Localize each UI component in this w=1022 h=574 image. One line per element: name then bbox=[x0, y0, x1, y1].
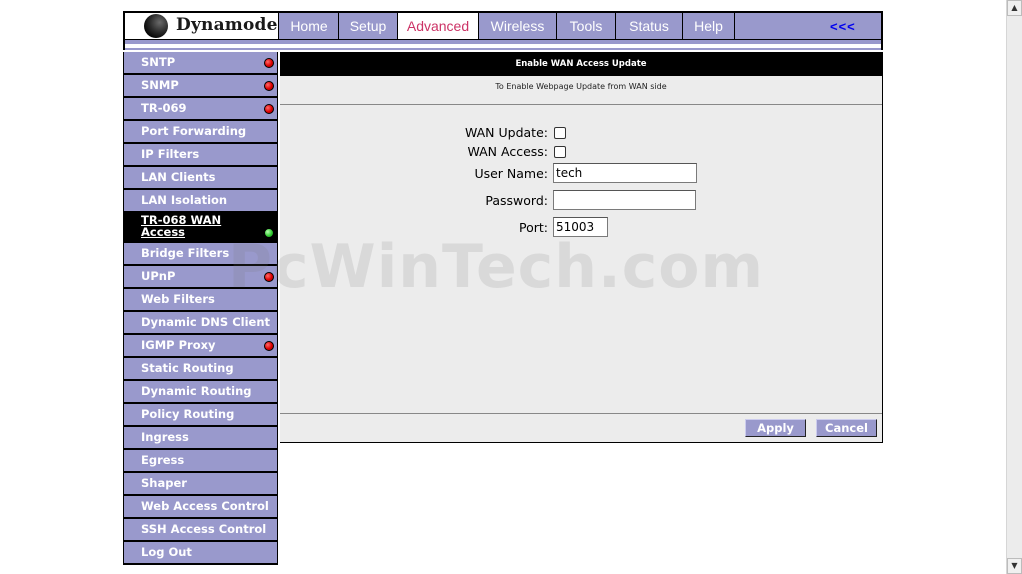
brand-name: Dynamode bbox=[176, 15, 278, 35]
header-divider bbox=[125, 44, 881, 48]
cancel-button[interactable]: Cancel bbox=[816, 419, 877, 437]
collapse-menu-link[interactable]: <<< bbox=[830, 13, 856, 39]
status-green-dot-icon bbox=[264, 228, 274, 238]
sidebar-item-label: Bridge Filters bbox=[141, 246, 230, 260]
sidebar-item-log-out[interactable]: Log Out bbox=[123, 542, 278, 565]
sidebar-item-dynamic-dns-client[interactable]: Dynamic DNS Client bbox=[123, 312, 278, 335]
main-content-panel: Enable WAN Access Update To Enable Webpa… bbox=[280, 52, 883, 443]
sidebar-item-label: Web Access Control bbox=[141, 499, 269, 513]
scroll-down-arrow-icon[interactable]: ▼ bbox=[1007, 558, 1022, 574]
password-row: Password: bbox=[280, 190, 882, 212]
wan-access-checkbox[interactable] bbox=[554, 146, 566, 158]
sidebar-item-ingress[interactable]: Ingress bbox=[123, 427, 278, 450]
sidebar-item-label: LAN Isolation bbox=[141, 193, 228, 207]
nav-tab-setup[interactable]: Setup bbox=[339, 13, 398, 39]
sidebar-item-bridge-filters[interactable]: Bridge Filters bbox=[123, 243, 278, 266]
scroll-up-arrow-icon[interactable]: ▲ bbox=[1007, 0, 1022, 16]
header-strip bbox=[123, 40, 883, 50]
password-label: Password: bbox=[485, 193, 548, 208]
brand-logo: Dynamode bbox=[125, 13, 279, 39]
sidebar-item-label: Port Forwarding bbox=[141, 124, 247, 138]
wan-access-label: WAN Access: bbox=[467, 144, 548, 159]
sidebar-item-sntp[interactable]: SNTP bbox=[123, 52, 278, 75]
sidebar-item-label: UPnP bbox=[141, 269, 176, 283]
sidebar-item-port-forwarding[interactable]: Port Forwarding bbox=[123, 121, 278, 144]
wan-access-row: WAN Access: bbox=[280, 141, 882, 163]
username-row: User Name: bbox=[280, 163, 882, 185]
nav-tab-home[interactable]: Home bbox=[280, 13, 339, 39]
sidebar-item-tr068-wan-access[interactable]: TR-068 WAN Access bbox=[123, 213, 278, 243]
sidebar-item-web-access-control[interactable]: Web Access Control bbox=[123, 496, 278, 519]
sidebar-item-label: Static Routing bbox=[141, 361, 234, 375]
logo-sphere-icon bbox=[144, 14, 168, 38]
sidebar-item-lan-isolation[interactable]: LAN Isolation bbox=[123, 190, 278, 213]
sidebar-item-label: TR-068 WAN Access bbox=[141, 213, 222, 239]
sidebar-item-ip-filters[interactable]: IP Filters bbox=[123, 144, 278, 167]
sidebar-item-label: TR-069 bbox=[141, 101, 187, 115]
page-title: Enable WAN Access Update bbox=[280, 52, 882, 76]
sidebar-item-ssh-access-control[interactable]: SSH Access Control bbox=[123, 519, 278, 542]
username-label: User Name: bbox=[474, 166, 548, 181]
sidebar-item-label: LAN Clients bbox=[141, 170, 216, 184]
sidebar-item-label: Shaper bbox=[141, 476, 187, 490]
sidebar-item-upnp[interactable]: UPnP bbox=[123, 266, 278, 289]
sidebar-item-label: Log Out bbox=[141, 545, 192, 559]
sidebar-item-label: SNTP bbox=[141, 55, 176, 69]
status-red-dot-icon bbox=[264, 341, 274, 351]
port-field[interactable] bbox=[553, 217, 608, 237]
sidebar-item-lan-clients[interactable]: LAN Clients bbox=[123, 167, 278, 190]
status-red-dot-icon bbox=[264, 58, 274, 68]
password-field[interactable] bbox=[553, 190, 696, 210]
port-label: Port: bbox=[519, 220, 548, 235]
top-divider bbox=[280, 104, 882, 105]
nav-tab-wireless[interactable]: Wireless bbox=[479, 13, 557, 39]
sidebar-item-label: Policy Routing bbox=[141, 407, 235, 421]
nav-tab-help[interactable]: Help bbox=[683, 13, 735, 39]
sidebar-item-web-filters[interactable]: Web Filters bbox=[123, 289, 278, 312]
sidebar-item-label: Ingress bbox=[141, 430, 189, 444]
bottom-divider bbox=[280, 413, 882, 414]
wan-update-label: WAN Update: bbox=[464, 125, 548, 140]
apply-button[interactable]: Apply bbox=[745, 419, 806, 437]
sidebar-item-egress[interactable]: Egress bbox=[123, 450, 278, 473]
nav-tab-tools[interactable]: Tools bbox=[557, 13, 616, 39]
sidebar-item-igmp-proxy[interactable]: IGMP Proxy bbox=[123, 335, 278, 358]
page-subtitle: To Enable Webpage Update from WAN side bbox=[495, 82, 667, 91]
top-navigation: Dynamode Home Setup Advanced Wireless To… bbox=[123, 11, 883, 40]
nav-tab-status[interactable]: Status bbox=[616, 13, 683, 39]
sidebar-item-label: Dynamic DNS Client bbox=[141, 315, 270, 329]
status-red-dot-icon bbox=[264, 272, 274, 282]
sidebar-item-tr069[interactable]: TR-069 bbox=[123, 98, 278, 121]
router-admin-frame: Dynamode Home Setup Advanced Wireless To… bbox=[123, 11, 883, 565]
port-row: Port: bbox=[280, 217, 882, 239]
sidebar-item-snmp[interactable]: SNMP bbox=[123, 75, 278, 98]
sidebar-item-label: SSH Access Control bbox=[141, 522, 267, 536]
sidebar-item-label: SNMP bbox=[141, 78, 179, 92]
sidebar-item-label: Egress bbox=[141, 453, 185, 467]
status-red-dot-icon bbox=[264, 81, 274, 91]
wan-update-checkbox[interactable] bbox=[554, 127, 566, 139]
nav-tab-advanced[interactable]: Advanced bbox=[398, 13, 479, 39]
sidebar-item-label: Dynamic Routing bbox=[141, 384, 252, 398]
sidebar-item-label: IP Filters bbox=[141, 147, 200, 161]
sidebar-item-label: Web Filters bbox=[141, 292, 215, 306]
sidebar-item-label: IGMP Proxy bbox=[141, 338, 216, 352]
status-red-dot-icon bbox=[264, 104, 274, 114]
sidebar-item-static-routing[interactable]: Static Routing bbox=[123, 358, 278, 381]
sidebar-item-policy-routing[interactable]: Policy Routing bbox=[123, 404, 278, 427]
browser-scrollbar[interactable]: ▲ ▼ bbox=[1006, 0, 1022, 574]
username-field[interactable] bbox=[553, 163, 697, 183]
sidebar-menu: SNTP SNMP TR-069 Port Forwarding IP Filt… bbox=[123, 52, 278, 565]
sidebar-item-dynamic-routing[interactable]: Dynamic Routing bbox=[123, 381, 278, 404]
sidebar-item-shaper[interactable]: Shaper bbox=[123, 473, 278, 496]
